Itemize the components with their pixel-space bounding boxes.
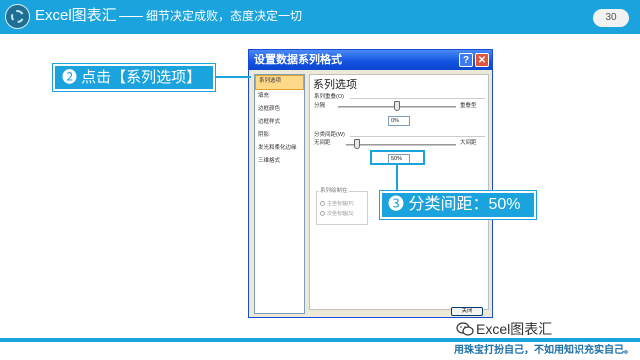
footer-brand: Excel图表汇: [476, 321, 553, 337]
step3-callout: ❸ 分类间距：50%: [380, 191, 536, 219]
footer-tagline: 用珠宝打扮自己，不如用知识充实自己。: [454, 345, 634, 356]
wechat-icon: [456, 322, 474, 336]
callout-connectors: [215, 76, 398, 191]
footer-divider: [0, 338, 640, 342]
step2-callout: ❷ 点击【系列选项】: [53, 64, 215, 91]
